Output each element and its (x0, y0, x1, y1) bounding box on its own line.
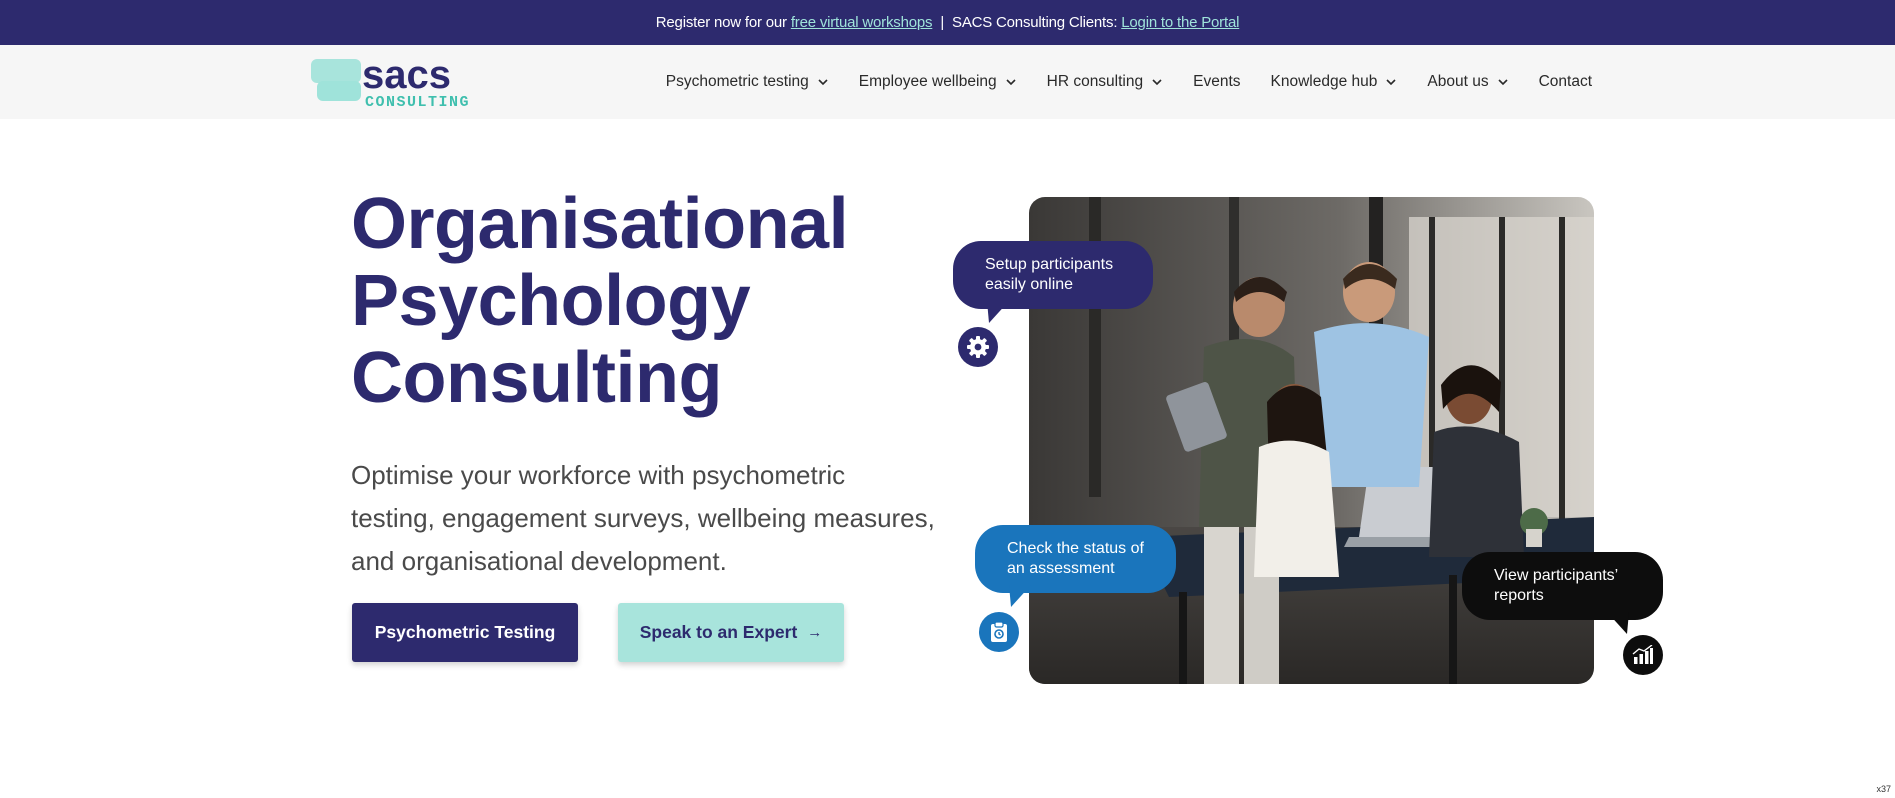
bubble-text: View participants’ (1494, 567, 1619, 584)
hero-subtitle: Optimise your workforce with psychometri… (351, 454, 951, 583)
portal-login-link[interactable]: Login to the Portal (1121, 14, 1239, 31)
logo-sub: CONSULTING (365, 94, 470, 109)
title-line: Consulting (351, 338, 722, 418)
nav-hr-consulting[interactable]: HR consulting (1047, 73, 1164, 91)
bubble-text: easily online (985, 276, 1074, 293)
page-title: Organisational Psychology Consulting (351, 186, 951, 417)
bubble-text: Check the status of (1007, 540, 1144, 557)
nav-label: Psychometric testing (665, 73, 809, 90)
clipboard-icon (979, 612, 1019, 652)
bubble-tail (987, 301, 1009, 323)
bubble-tail (1607, 612, 1629, 634)
announcement-prefix: Register now for our (655, 14, 787, 31)
corner-tag: x37 (1876, 784, 1891, 794)
nav-events[interactable]: Events (1193, 73, 1240, 91)
nav-label: About us (1427, 73, 1489, 90)
bubble-text: an assessment (1007, 560, 1115, 577)
nav-about-us[interactable]: About us (1427, 73, 1508, 91)
nav-label: HR consulting (1046, 73, 1144, 90)
nav-employee-wellbeing[interactable]: Employee wellbeing (859, 73, 1017, 91)
nav-label: Employee wellbeing (858, 73, 997, 90)
bubble-text: Setup participants (985, 256, 1114, 273)
nav-contact[interactable]: Contact (1539, 73, 1592, 91)
chevron-down-icon (1386, 79, 1396, 86)
nav-label: Contact (1538, 73, 1592, 90)
nav-knowledge-hub[interactable]: Knowledge hub (1271, 73, 1398, 91)
main-nav: Psychometric testing Employee wellbeing … (636, 45, 1592, 119)
nav-psychometric-testing[interactable]: Psychometric testing (666, 73, 829, 91)
chevron-down-icon (1006, 79, 1016, 86)
chevron-down-icon (1498, 79, 1508, 86)
nav-label: Events (1193, 73, 1241, 90)
speak-to-expert-button[interactable]: Speak to an Expert → (618, 603, 844, 662)
bar-chart-icon (1623, 635, 1663, 675)
bubble-text: reports (1494, 587, 1544, 604)
sacs-logo[interactable]: sacs CONSULTING (311, 55, 473, 109)
subtitle-line: testing, engagement surveys, wellbeing m… (351, 503, 935, 533)
clients-text: SACS Consulting Clients: (952, 14, 1118, 31)
check-status-bubble: Check the status of an assessment (975, 525, 1176, 607)
button-label: Speak to an Expert (639, 622, 798, 642)
gear-icon (958, 327, 998, 367)
setup-participants-bubble: Setup participants easily online (953, 241, 1153, 323)
psychometric-testing-button[interactable]: Psychometric Testing (352, 603, 578, 662)
announcement-bar: Register now for our free virtual worksh… (0, 0, 1895, 45)
title-line: Organisational (351, 184, 849, 264)
logo-word: sacs (362, 55, 451, 97)
chevron-down-icon (1152, 79, 1162, 86)
subtitle-line: Optimise your workforce with psychometri… (351, 460, 846, 490)
title-line: Psychology (351, 261, 751, 341)
bubble-tail (1009, 585, 1031, 607)
announcement-separator: | (940, 14, 945, 31)
nav-label: Knowledge hub (1270, 73, 1378, 90)
arrow-right-icon: → (807, 624, 823, 641)
workshops-link[interactable]: free virtual workshops (791, 14, 933, 31)
site-header: sacs CONSULTING Psychometric testing Emp… (0, 45, 1895, 119)
button-label: Psychometric Testing (374, 622, 556, 642)
view-reports-bubble: View participants’ reports (1462, 552, 1663, 634)
subtitle-line: and organisational development. (351, 546, 727, 576)
chevron-down-icon (818, 79, 828, 86)
